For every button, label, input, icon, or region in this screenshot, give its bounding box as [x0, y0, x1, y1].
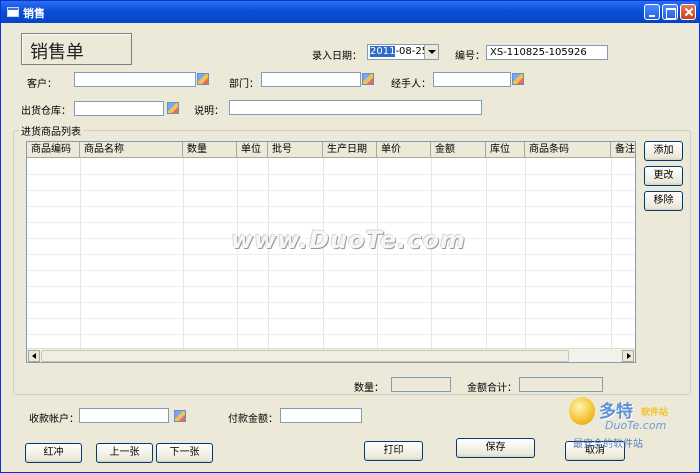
- note-label: 说明：: [194, 106, 224, 117]
- warehouse-label: 出货仓库：: [21, 106, 71, 117]
- table-header: 商品编码 商品名称 数量 单位 批号 生产日期 单价 金额 库位 商品条码 备注: [27, 142, 635, 158]
- handler-picker-icon[interactable]: [512, 73, 524, 85]
- number-label: 编号：: [455, 51, 485, 62]
- close-button[interactable]: [680, 4, 696, 20]
- print-button[interactable]: 打印: [364, 441, 423, 461]
- sales-window: 销售 销售单 录入日期： 2011-08-25 编号： XS-110825-10…: [0, 0, 700, 473]
- edit-button[interactable]: 更改: [644, 166, 683, 186]
- amount-total-field: [519, 377, 603, 392]
- column-divider: [611, 158, 612, 348]
- account-field[interactable]: [79, 408, 169, 423]
- warehouse-picker-icon[interactable]: [167, 102, 179, 114]
- row-divider: [27, 286, 635, 287]
- handler-field[interactable]: [433, 72, 511, 87]
- row-divider: [27, 206, 635, 207]
- next-button[interactable]: 下一张: [156, 443, 213, 463]
- handler-label: 经手人：: [391, 79, 431, 90]
- brand-sub: 软件站: [641, 408, 669, 418]
- scroll-right-icon[interactable]: [622, 350, 634, 362]
- brand-logo: 多特 软件站 DuoTe.com 最安全的软件站: [567, 397, 700, 450]
- brand-tagline: 最安全的软件站: [573, 439, 643, 450]
- customer-label: 客户：: [27, 79, 57, 90]
- column-header[interactable]: 库位: [486, 142, 525, 158]
- account-label: 收款帐户：: [29, 414, 79, 425]
- customer-picker-icon[interactable]: [197, 73, 209, 85]
- watermark: www.DuoTe.com: [231, 226, 466, 254]
- amount-total-label: 金额合计：: [467, 383, 517, 394]
- add-button[interactable]: 添加: [644, 141, 683, 161]
- save-button[interactable]: 保存: [456, 438, 535, 458]
- title-bar[interactable]: 销售: [1, 1, 699, 23]
- row-divider: [27, 334, 635, 335]
- remove-button[interactable]: 移除: [644, 191, 683, 211]
- column-header[interactable]: 备注: [611, 142, 635, 158]
- column-header[interactable]: 商品编码: [27, 142, 80, 158]
- row-divider: [27, 190, 635, 191]
- note-field[interactable]: [229, 100, 482, 115]
- chevron-down-icon[interactable]: [424, 45, 438, 59]
- maximize-button[interactable]: [662, 4, 678, 20]
- department-picker-icon[interactable]: [362, 73, 374, 85]
- number-field[interactable]: XS-110825-105926: [486, 45, 608, 60]
- product-list-label: 进货商品列表: [19, 123, 83, 138]
- column-header[interactable]: 单位: [237, 142, 268, 158]
- quantity-total-field: [391, 377, 451, 392]
- column-header[interactable]: 生产日期: [323, 142, 377, 158]
- row-divider: [27, 318, 635, 319]
- column-header[interactable]: 批号: [268, 142, 323, 158]
- row-divider: [27, 174, 635, 175]
- brand-url: DuoTe.com: [605, 419, 667, 432]
- customer-field[interactable]: [74, 72, 196, 87]
- column-header[interactable]: 金额: [431, 142, 486, 158]
- account-picker-icon[interactable]: [174, 410, 186, 422]
- column-divider: [486, 158, 487, 348]
- column-header[interactable]: 数量: [183, 142, 237, 158]
- quantity-label: 数量：: [354, 383, 384, 394]
- payment-amount-label: 付款金额：: [228, 414, 278, 425]
- warehouse-field[interactable]: [74, 101, 164, 116]
- entry-date-picker[interactable]: 2011-08-25: [367, 44, 439, 60]
- department-field[interactable]: [261, 72, 361, 87]
- column-divider: [80, 158, 81, 348]
- row-divider: [27, 270, 635, 271]
- row-divider: [27, 222, 635, 223]
- row-divider: [27, 302, 635, 303]
- entry-date-value: 2011-08-25: [370, 46, 429, 57]
- minimize-button[interactable]: [644, 4, 660, 20]
- column-header[interactable]: 商品条码: [525, 142, 611, 158]
- department-label: 部门：: [229, 79, 259, 90]
- column-header[interactable]: 单价: [377, 142, 431, 158]
- mascot-icon: [569, 397, 595, 425]
- column-divider: [525, 158, 526, 348]
- form-heading: 销售单: [30, 42, 84, 63]
- window-title: 销售: [23, 7, 45, 20]
- form-heading-box: 销售单: [21, 33, 132, 65]
- reverse-button[interactable]: 红冲: [25, 443, 82, 463]
- previous-button[interactable]: 上一张: [96, 443, 153, 463]
- scroll-thumb[interactable]: [41, 350, 569, 362]
- window-icon: [7, 7, 19, 17]
- entry-date-label: 录入日期：: [312, 51, 362, 62]
- payment-amount-field[interactable]: [280, 408, 362, 423]
- scroll-left-icon[interactable]: [28, 350, 40, 362]
- row-divider: [27, 254, 635, 255]
- column-divider: [183, 158, 184, 348]
- horizontal-scrollbar[interactable]: [27, 348, 635, 362]
- column-header[interactable]: 商品名称: [80, 142, 183, 158]
